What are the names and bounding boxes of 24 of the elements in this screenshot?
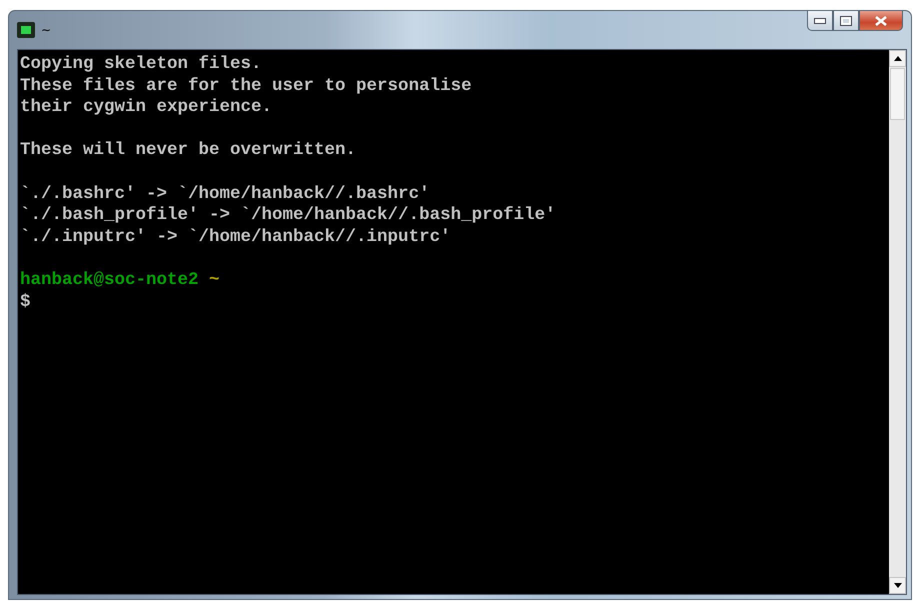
terminal-output-line: These files are for the user to personalise [20,76,472,96]
window-title: ~ [41,23,52,37]
prompt-user-host: hanback@soc-note2 [20,270,199,290]
prompt-path: ~ [209,270,220,290]
scroll-thumb[interactable] [890,68,905,120]
prompt-symbol: $ [20,292,31,312]
terminal-output-line: their cygwin experience. [20,97,272,118]
terminal-app-icon [17,22,35,38]
terminal-output-line: `./.bash_profile' -> `/home/hanback//.bash_profile' [20,205,556,226]
vertical-scrollbar[interactable] [889,50,906,594]
terminal-output-line: `./.inputrc' -> `/home/hanback//.inputrc' [20,226,451,247]
down-arrow-icon [894,583,902,588]
terminal-output-line: Copying skeleton files. [20,54,262,74]
up-arrow-icon [894,56,902,61]
maximize-icon [840,16,852,26]
minimize-button[interactable] [807,11,833,31]
maximize-button[interactable] [833,11,859,31]
minimize-icon [814,18,826,24]
close-icon [875,16,887,26]
terminal-output-line: These will never be overwritten. [20,140,356,160]
close-button[interactable] [859,11,903,31]
terminal-output-line: `./.bashrc' -> `/home/hanback//.bashrc' [20,184,430,204]
scroll-down-button[interactable] [889,577,906,594]
scroll-up-button[interactable] [889,50,906,67]
